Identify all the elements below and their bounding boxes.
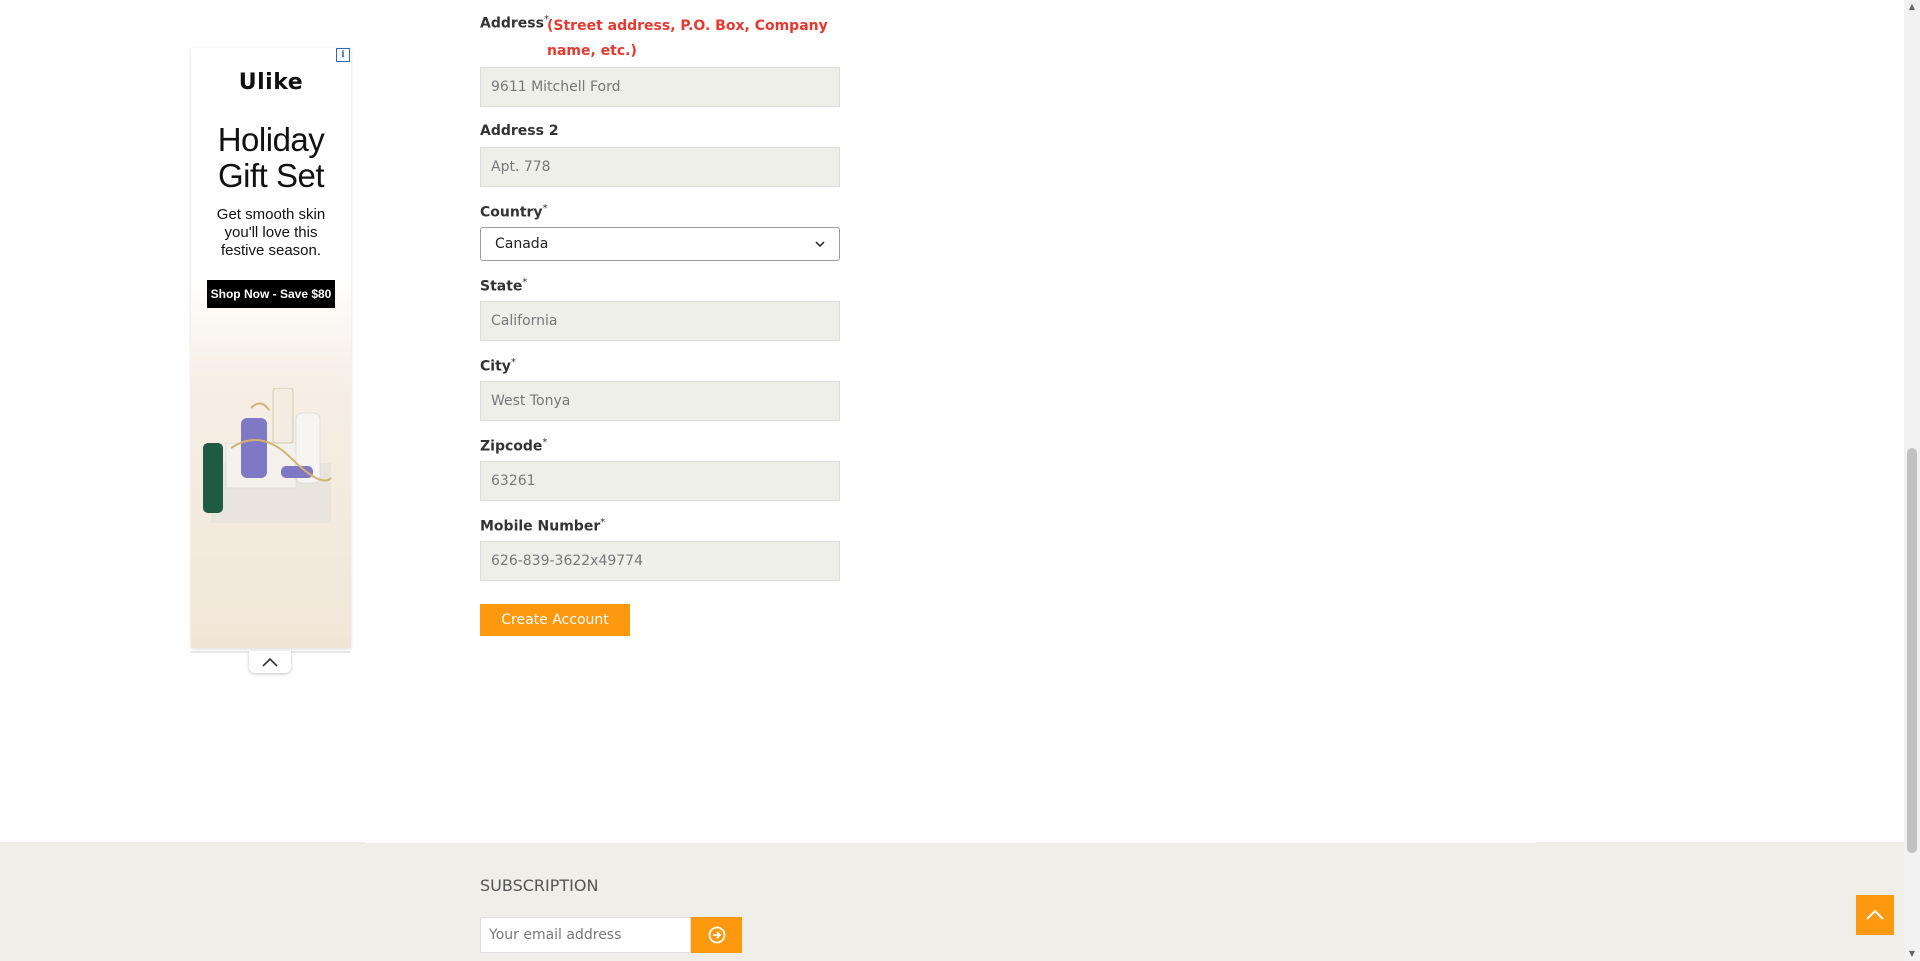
state-label: State*: [480, 277, 528, 295]
subscribe-button[interactable]: [691, 917, 742, 953]
chevron-down-icon: [815, 241, 825, 247]
ad-headline: Holiday Gift Set: [217, 121, 325, 194]
ad-collapse-button[interactable]: [249, 651, 291, 673]
mobile-input[interactable]: [480, 541, 840, 581]
advertisement[interactable]: Ulike Holiday Gift Set Get smooth skin y…: [191, 48, 351, 648]
ad-subtext: Get smooth skin you'll love this festive…: [216, 206, 326, 259]
ad-info-icon[interactable]: i: [336, 48, 350, 62]
footer: [0, 842, 1904, 961]
create-account-button[interactable]: Create Account: [480, 604, 630, 636]
ad-cta-button[interactable]: Shop Now - Save $80: [207, 280, 335, 308]
state-input[interactable]: [480, 301, 840, 341]
arrow-circle-right-icon: [708, 926, 725, 944]
address2-input[interactable]: [480, 147, 840, 187]
address-input[interactable]: [480, 67, 840, 107]
chevron-up-icon: [1866, 909, 1884, 920]
city-input[interactable]: [480, 381, 840, 421]
subscription-title: SUBSCRIPTION: [480, 876, 599, 895]
scroll-to-top-button[interactable]: [1856, 895, 1894, 935]
chevron-up-icon: [262, 657, 278, 667]
scroll-down-arrow-icon[interactable]: ▼: [1907, 949, 1917, 959]
address-label: Address*: [480, 14, 549, 32]
page-scrollbar[interactable]: ▲ ▼: [1904, 0, 1920, 961]
country-select[interactable]: Canada: [480, 227, 840, 261]
country-selected-value: Canada: [495, 236, 549, 252]
subscription-email-input[interactable]: Your email address: [480, 917, 691, 953]
ad-brand-logo: Ulike: [238, 70, 304, 95]
scrollbar-thumb[interactable]: [1907, 448, 1917, 853]
zipcode-input[interactable]: [480, 461, 840, 501]
country-label: Country*: [480, 203, 548, 221]
scroll-up-arrow-icon[interactable]: ▲: [1907, 2, 1917, 12]
mobile-label: Mobile Number*: [480, 517, 606, 535]
zipcode-label: Zipcode*: [480, 437, 548, 455]
city-label: City*: [480, 357, 516, 375]
footer-divider: [366, 842, 1536, 843]
ad-product-image: [203, 388, 332, 523]
address2-label: Address 2: [480, 123, 559, 139]
address-hint: (Street address, P.O. Box, Company name,…: [547, 18, 828, 59]
